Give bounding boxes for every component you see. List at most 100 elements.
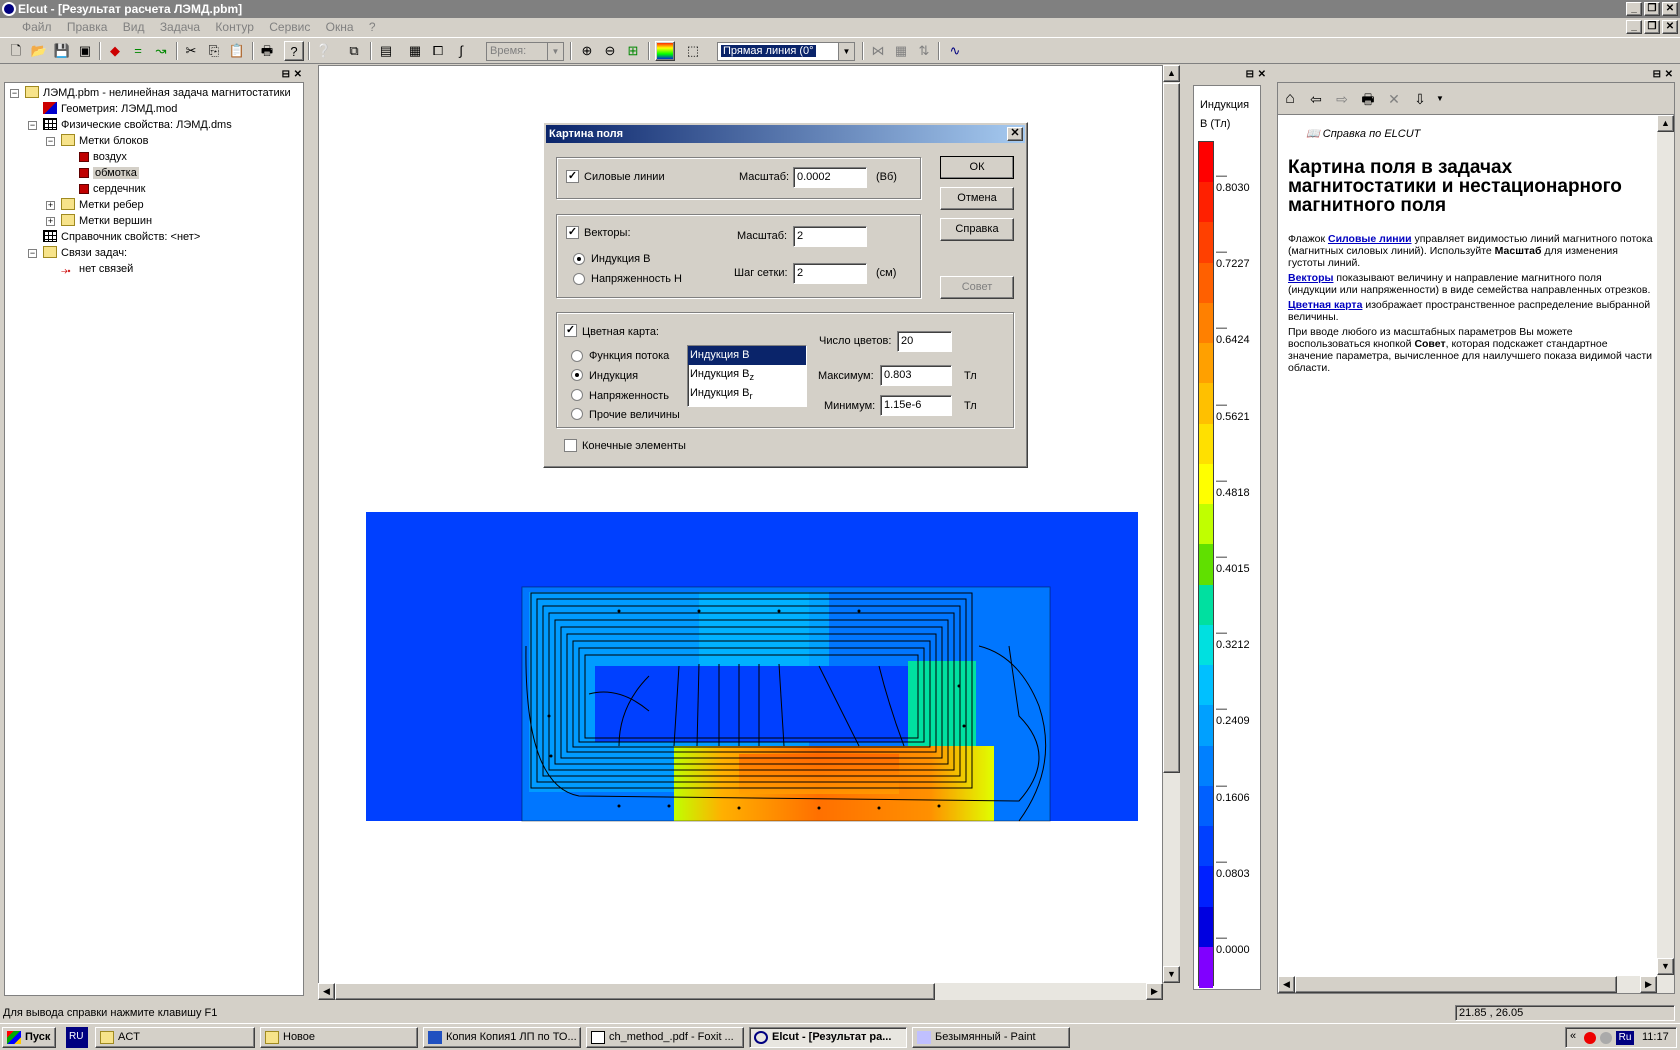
collapse-icon[interactable]: − xyxy=(28,121,37,130)
tree-item-air[interactable]: воздух xyxy=(79,149,127,165)
menu-help[interactable]: ? xyxy=(369,20,376,34)
tree-item-geometry[interactable]: Геометрия: ЛЭМД.mod xyxy=(43,101,177,117)
task-button[interactable]: Новое xyxy=(260,1027,418,1048)
min-input[interactable]: 1.15e-6 xyxy=(880,395,952,416)
download-icon[interactable]: ⇩ xyxy=(1410,89,1430,109)
scroll-thumb[interactable] xyxy=(1295,976,1617,993)
menu-contour[interactable]: Контур xyxy=(215,20,253,34)
solve-icon[interactable]: ↝ xyxy=(151,41,171,61)
color-map-checkbox[interactable]: ✓ xyxy=(564,324,577,337)
collapse-icon[interactable]: − xyxy=(46,137,55,146)
scroll-up-icon[interactable]: ▲ xyxy=(1657,115,1674,132)
close-icon[interactable]: ✕ xyxy=(1007,127,1023,141)
color-map-icon[interactable] xyxy=(655,41,675,61)
close-button[interactable]: ✕ xyxy=(1662,2,1678,16)
save-icon[interactable]: 💾 xyxy=(52,41,72,61)
tray-app-icon[interactable] xyxy=(1600,1032,1612,1044)
cancel-button[interactable]: Отмена xyxy=(940,187,1014,210)
task-button[interactable]: ACT xyxy=(95,1027,255,1048)
copy-picture-icon[interactable]: ⧠ xyxy=(428,41,448,61)
pin-icon[interactable]: ⊟ xyxy=(1246,69,1254,80)
pin-icon[interactable]: ⊟ xyxy=(1653,69,1661,80)
list-item[interactable]: Индукция Br xyxy=(688,384,806,403)
menu-file[interactable]: Файл xyxy=(22,20,52,34)
equal-icon[interactable]: = xyxy=(128,41,148,61)
vectors-checkbox[interactable]: ✓ xyxy=(566,226,579,239)
print-icon[interactable]: 🖶 xyxy=(257,41,277,61)
stop-icon[interactable]: ✕ xyxy=(1384,89,1404,109)
vectors-induction-radio[interactable] xyxy=(573,253,585,265)
home-icon[interactable]: ⌂ xyxy=(1280,89,1300,109)
tray-app-icon[interactable] xyxy=(1584,1032,1596,1044)
vectors-link[interactable]: Векторы xyxy=(1288,272,1333,284)
menu-edit[interactable]: Правка xyxy=(67,20,108,34)
other-values-radio[interactable] xyxy=(571,408,583,420)
finite-elements-checkbox[interactable] xyxy=(564,439,577,452)
flux-function-radio[interactable] xyxy=(571,350,583,362)
scroll-left-icon[interactable]: ◀ xyxy=(318,983,335,1000)
picture-icon[interactable]: ▤ xyxy=(376,41,396,61)
tree-item-library[interactable]: Справочник свойств: <нет> xyxy=(43,229,200,245)
tree-item-winding[interactable]: обмотка xyxy=(79,165,139,181)
tree-item-no-links[interactable]: ⤞ нет связей xyxy=(61,261,133,277)
local-values-icon[interactable]: ⇅ xyxy=(914,41,934,61)
list-item[interactable]: Индукция Bz xyxy=(688,365,806,384)
horizontal-scrollbar[interactable]: ◀ ▶ xyxy=(318,983,1163,1000)
task-button-active[interactable]: Elcut - [Результат ра... xyxy=(749,1027,907,1048)
tree-item-block-labels[interactable]: Метки блоков xyxy=(61,133,148,149)
help-link-elcut[interactable]: 📖 Справка по ELCUT xyxy=(1306,127,1653,140)
max-input[interactable]: 0.803 xyxy=(880,365,952,386)
context-help-icon[interactable]: ❔ xyxy=(314,41,334,61)
curve-icon[interactable]: ∿ xyxy=(945,41,965,61)
ok-button[interactable]: ОК xyxy=(940,156,1014,179)
back-icon[interactable]: ⇦ xyxy=(1306,89,1326,109)
task-button[interactable]: Копия Копия1 ЛП по ТО... xyxy=(423,1027,581,1048)
grid-step-input[interactable]: 2 xyxy=(793,263,867,284)
color-map-link[interactable]: Цветная карта xyxy=(1288,299,1362,311)
intensity-radio[interactable] xyxy=(571,389,583,401)
cut-icon[interactable]: ✂ xyxy=(181,41,201,61)
integrals-table-icon[interactable]: ▦ xyxy=(891,41,911,61)
plot-icon[interactable]: ⋈ xyxy=(868,41,888,61)
scroll-up-icon[interactable]: ▲ xyxy=(1163,65,1180,82)
color-count-input[interactable]: 20 xyxy=(897,331,952,352)
task-button[interactable]: Безымянный - Paint xyxy=(912,1027,1070,1048)
menu-service[interactable]: Сервис xyxy=(269,20,310,34)
task-button[interactable]: ch_method_.pdf - Foxit ... xyxy=(586,1027,744,1048)
zoom-fit-icon[interactable]: ⊞ xyxy=(623,41,643,61)
help-vertical-scrollbar[interactable]: ▲ ▼ xyxy=(1657,115,1674,993)
help-button[interactable]: Справка xyxy=(940,218,1014,241)
help-horizontal-scrollbar[interactable]: ◀ ▶ xyxy=(1278,976,1657,993)
zoom-in-icon[interactable]: ⊕ xyxy=(577,41,597,61)
field-lines-link[interactable]: Силовые линии xyxy=(1328,233,1412,245)
scroll-thumb[interactable] xyxy=(335,983,935,1000)
induction-radio[interactable] xyxy=(571,369,583,381)
menu-view[interactable]: Вид xyxy=(123,20,145,34)
chevron-left-icon[interactable]: « xyxy=(1570,1030,1576,1042)
close-icon[interactable]: ✕ xyxy=(1258,69,1266,80)
collapse-icon[interactable]: − xyxy=(10,89,19,98)
mdi-close-button[interactable]: ✕ xyxy=(1662,20,1678,34)
print-icon[interactable]: 🖶 xyxy=(1358,89,1378,109)
expand-icon[interactable]: + xyxy=(46,217,55,226)
scroll-down-icon[interactable]: ▼ xyxy=(1163,966,1180,983)
chevron-down-icon[interactable]: ▼ xyxy=(1430,89,1450,109)
language-indicator[interactable]: RU xyxy=(66,1027,88,1048)
field-lines-scale-input[interactable]: 0.0002 xyxy=(793,167,867,188)
mdi-minimize-button[interactable]: _ xyxy=(1626,20,1642,34)
tray-language[interactable]: Ru xyxy=(1616,1031,1634,1045)
scroll-down-icon[interactable]: ▼ xyxy=(1657,958,1674,975)
windows-icon[interactable]: ⧉ xyxy=(344,41,364,61)
pin-icon[interactable]: ⊟ xyxy=(282,69,290,80)
help-icon[interactable]: ? xyxy=(284,41,304,61)
collapse-icon[interactable]: − xyxy=(28,249,37,258)
close-icon[interactable]: ✕ xyxy=(294,69,302,80)
tree-item-edge-labels[interactable]: Метки ребер xyxy=(61,197,144,213)
vertical-scrollbar[interactable]: ▲ ▼ xyxy=(1163,65,1180,983)
time-combo[interactable]: Время: ▼ xyxy=(486,42,564,61)
tree-item-properties[interactable]: Физические свойства: ЛЭМД.dms xyxy=(43,117,232,133)
contour-type-combo[interactable]: Прямая линия (0° ▼ xyxy=(717,42,855,61)
open-folder-icon[interactable]: 📂 xyxy=(29,41,49,61)
paste-icon[interactable]: 📋 xyxy=(227,41,247,61)
scroll-right-icon[interactable]: ▶ xyxy=(1146,983,1163,1000)
